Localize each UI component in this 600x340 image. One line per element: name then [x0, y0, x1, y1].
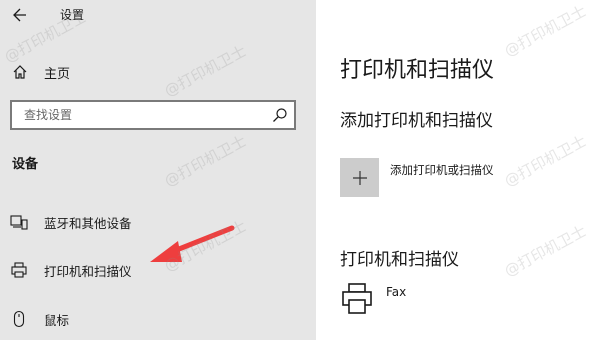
section-title: 设备 [12, 157, 39, 172]
sidebar-item-home[interactable]: 主页 [0, 56, 316, 88]
section-title-add: 添加打印机和扫描仪 [340, 111, 493, 131]
sidebar-item-label: 打印机和扫描仪 [44, 264, 132, 279]
printer-name: Fax [386, 285, 407, 299]
window-title: 设置 [60, 8, 85, 22]
title-bar: 设置 [0, 0, 316, 32]
mouse-icon [13, 310, 25, 328]
sidebar-item-bluetooth[interactable]: 蓝牙和其他设备 [0, 205, 316, 239]
printer-item-fax[interactable]: Fax [340, 282, 580, 322]
section-title-printers: 打印机和扫描仪 [340, 250, 459, 270]
sidebar: 设置 主页 设备 蓝牙和其他设备 打印机和扫描仪 [0, 0, 316, 340]
back-button[interactable] [6, 3, 34, 27]
annotation-arrow [150, 225, 235, 262]
printer-icon [11, 262, 27, 278]
add-printer-button[interactable]: 添加打印机或扫描仪 [340, 158, 580, 198]
search-input[interactable] [12, 102, 274, 128]
plus-icon [352, 170, 367, 185]
main-panel: 打印机和扫描仪 添加打印机和扫描仪 添加打印机或扫描仪 打印机和扫描仪 Fax [316, 0, 600, 340]
sidebar-item-label: 蓝牙和其他设备 [44, 216, 132, 231]
add-printer-label: 添加打印机或扫描仪 [390, 163, 494, 177]
back-arrow-icon [13, 8, 26, 22]
sidebar-item-label: 鼠标 [44, 313, 70, 328]
page-title: 打印机和扫描仪 [340, 58, 495, 83]
sidebar-item-label: 主页 [44, 67, 71, 82]
bluetooth-devices-icon [10, 215, 28, 230]
printer-icon [342, 283, 372, 314]
search-icon[interactable] [272, 107, 288, 123]
sidebar-item-mouse[interactable]: 鼠标 [0, 302, 316, 336]
sidebar-item-printers[interactable]: 打印机和扫描仪 [0, 253, 316, 287]
search-field[interactable] [10, 100, 296, 130]
add-tile [340, 158, 379, 197]
home-icon [13, 65, 27, 79]
